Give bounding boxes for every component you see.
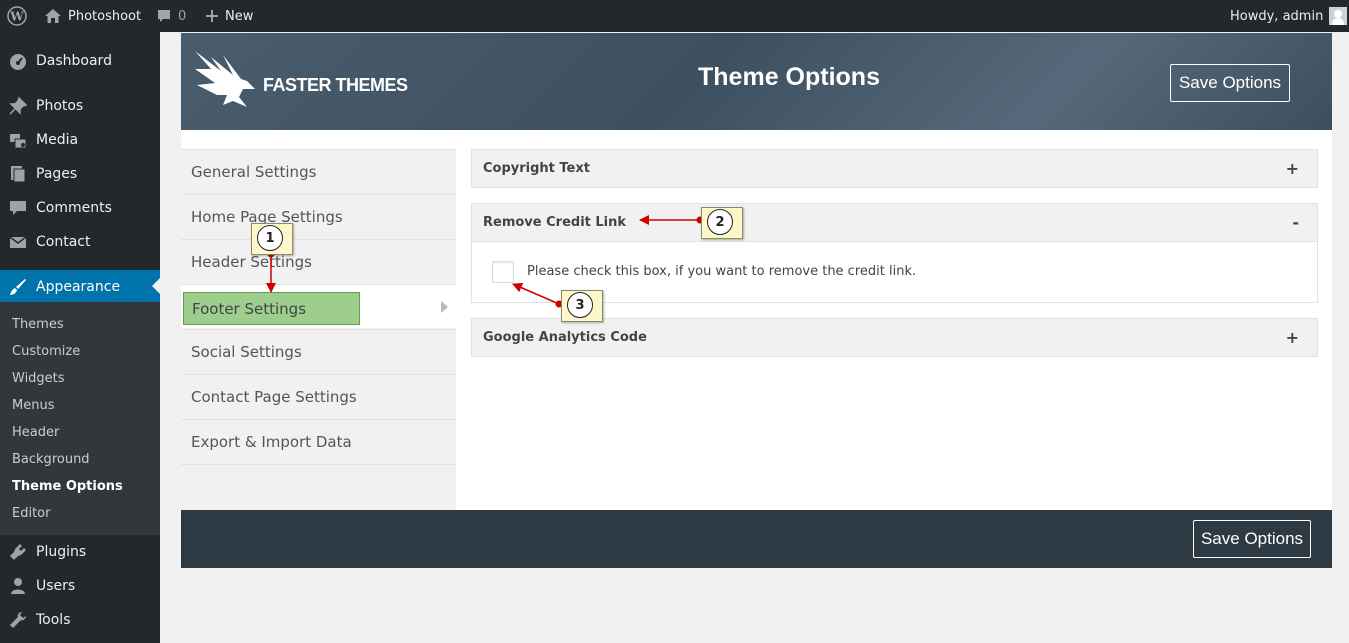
annotation-callout-2: 2	[701, 207, 743, 239]
annotation-callout-1: 1	[251, 223, 293, 255]
callout-number: 2	[707, 209, 733, 235]
annotation-arrow-2	[639, 215, 704, 225]
annotation-arrows	[266, 215, 704, 308]
callout-number: 1	[257, 225, 283, 251]
annotation-arrow-1	[266, 250, 276, 293]
callout-number: 3	[567, 292, 593, 318]
annotation-arrow-3	[512, 283, 563, 308]
annotation-callout-3: 3	[561, 290, 603, 322]
